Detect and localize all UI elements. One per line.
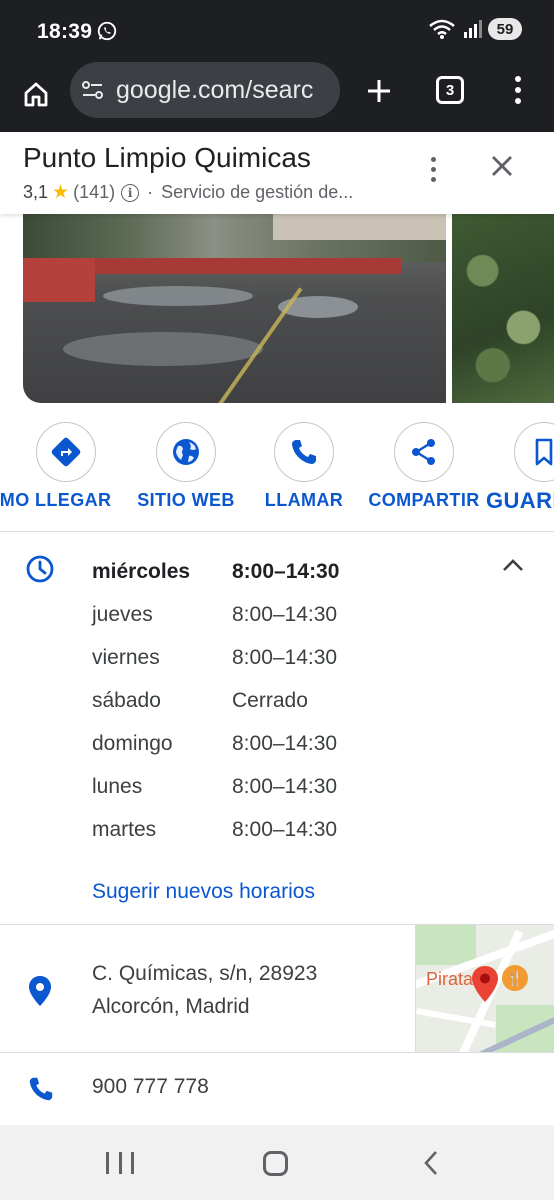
place-photo-secondary[interactable] [452,214,554,403]
hours-row-today: miércoles 8:00–14:30 [92,560,512,590]
wifi-icon [429,19,455,39]
share-button[interactable]: COMPARTIR [354,422,494,522]
call-label: LLAMAR [264,490,344,510]
review-count[interactable]: (141) [73,182,115,203]
share-icon [412,439,435,465]
more-options-button[interactable] [422,152,444,186]
tab-switcher-button[interactable]: 3 [436,76,464,104]
place-subtitle: 3,1 ★ (141) i · Servicio de gestión de..… [23,181,353,204]
hours-row: jueves 8:00–14:30 [92,603,512,633]
restaurant-icon: 🍴 [502,965,528,991]
address-line-2: Alcorcón, Madrid [92,995,250,1018]
status-icons: 59 [428,18,522,40]
hours-row: lunes 8:00–14:30 [92,775,512,805]
action-buttons-row: CÓMO LLEGAR SITIO WEB LLAMAR [0,404,554,532]
browser-toolbar: google.com/searc 3 [0,62,554,132]
separator-dot: · [147,182,154,202]
hours-day: domingo [92,732,173,755]
place-header: Punto Limpio Quimicas 3,1 ★ (141) i · Se… [0,132,554,214]
whatsapp-icon [97,21,117,41]
new-tab-icon[interactable] [360,70,398,110]
map-poi-label: Pirata [426,969,474,989]
hours-time: 8:00–14:30 [232,775,338,798]
hours-day: martes [92,818,157,841]
hours-time: 8:00–14:30 [232,603,338,626]
hours-time: 8:00–14:30 [232,818,338,841]
home-button[interactable] [16,74,56,114]
phone-icon [29,1077,53,1101]
hours-day: sábado [92,689,161,712]
hours-time: 8:00–14:30 [232,732,338,755]
url-bar[interactable]: google.com/searc [70,62,340,118]
suggest-hours-link[interactable]: Sugerir nuevos horarios [92,880,315,904]
phone-number: 900 777 778 [92,1075,209,1098]
opening-hours-section[interactable]: miércoles 8:00–14:30 jueves 8:00–14:30 v… [0,532,554,925]
hours-time: 8:00–14:30 [232,560,340,583]
back-icon[interactable] [421,1149,441,1177]
battery-indicator: 59 [488,18,522,40]
address-section[interactable]: C. Químicas, s/n, 28923 Alcorcón, Madrid… [0,925,554,1053]
address-text: C. Químicas, s/n, 28923 Alcorcón, Madrid [92,957,317,1023]
signal-icon [464,20,482,38]
directions-icon [51,437,81,467]
bookmark-icon [535,438,553,466]
location-pin-icon [29,976,51,1006]
rating-value: 3,1 [23,182,49,202]
phone-section[interactable]: 900 777 778 [0,1053,554,1125]
hours-row: domingo 8:00–14:30 [92,732,512,762]
status-time: 18:39 [37,20,93,43]
url-text: google.com/searc [116,75,314,104]
close-icon[interactable] [486,150,518,182]
info-icon[interactable]: i [121,183,140,202]
recent-apps-button[interactable] [106,1152,134,1174]
address-line-1: C. Químicas, s/n, 28923 [92,962,318,985]
hours-day: miércoles [92,560,191,583]
hours-day: jueves [92,603,153,626]
system-navigation-bar [0,1125,554,1200]
map-thumbnail[interactable]: Pirata 🍴 [415,925,554,1052]
phone-icon [292,440,316,464]
star-icon: ★ [52,182,70,203]
photo-carousel[interactable] [0,214,554,404]
browser-menu-button[interactable] [504,70,532,110]
hours-day: lunes [92,775,143,798]
globe-icon [173,439,199,465]
call-button[interactable]: LLAMAR [234,422,374,522]
hours-row: martes 8:00–14:30 [92,818,512,848]
clock-icon [26,555,54,583]
place-title: Punto Limpio Quimicas [23,142,311,173]
hours-row: viernes 8:00–14:30 [92,646,512,676]
hours-row: sábado Cerrado [92,689,512,719]
place-category: Servicio de gestión de... [161,182,354,202]
directions-label: CÓMO LLEGAR [0,490,112,510]
share-label: COMPARTIR [368,490,480,510]
save-button[interactable]: GUARDAR [474,422,554,522]
save-label: GUARDAR [486,488,554,513]
site-settings-icon[interactable] [80,77,106,103]
hours-day: viernes [92,646,160,669]
place-photo[interactable] [23,214,446,403]
home-icon [24,82,48,107]
map-pin-icon [472,966,498,1002]
hours-time: Cerrado [232,689,308,712]
home-nav-button[interactable] [263,1151,288,1176]
hours-time: 8:00–14:30 [232,646,338,669]
status-bar: 18:39 59 [0,0,554,62]
chevron-up-icon[interactable] [500,556,526,574]
